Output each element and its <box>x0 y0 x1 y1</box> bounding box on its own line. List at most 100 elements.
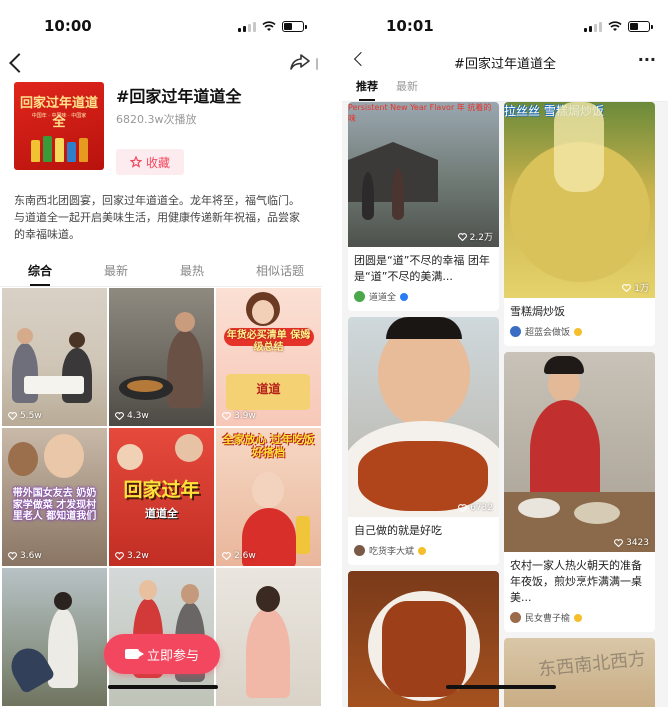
tile-overlay-text: 年货必买清单 保姆级总结 <box>226 330 311 353</box>
tile-overlay-text: 回家过年 <box>123 479 200 501</box>
play-count: 6820.3w次播放 <box>116 113 197 126</box>
card-title: 雪糕焗炒饭 <box>510 305 565 318</box>
like-count-text: 3.9w <box>234 411 256 421</box>
card-image: Persistent New Year Flavor 年 抗着的味 2.2万 <box>348 102 499 247</box>
cover-caption: 回家过年道道全 <box>19 96 98 130</box>
heart-icon <box>622 283 632 292</box>
more-icon[interactable]: ··· <box>638 50 656 69</box>
card-title: 自己做的就是好吃 <box>354 524 442 537</box>
feed-card[interactable]: 6732 自己做的就是好吃 吃货李大斌 <box>348 317 499 565</box>
tab-latest[interactable]: 最新 <box>104 262 128 286</box>
video-tile[interactable]: 4.3w <box>109 288 214 426</box>
card-author[interactable]: 吃货李大斌 <box>348 539 499 565</box>
cover-products <box>26 132 92 162</box>
signal-icon <box>238 21 256 32</box>
nav-bar: #回家过年道道全 ··· <box>342 50 668 74</box>
like-count: 6732 <box>458 503 493 513</box>
like-count: 2.6w <box>222 551 256 561</box>
feed-card[interactable]: Persistent New Year Flavor 年 抗着的味 2.2万 团… <box>348 102 499 311</box>
like-count: 1万 <box>622 281 649 294</box>
tab-hottest[interactable]: 最热 <box>180 262 204 286</box>
card-title: 团圆是“道”不尽的幸福 团年是“道”不尽的美满... <box>354 254 490 283</box>
status-time: 10:01 <box>386 17 434 35</box>
like-count-text: 4.3w <box>127 411 149 421</box>
like-count: 2.2万 <box>457 230 493 243</box>
feed-column-right: 拉丝丝 雪糕焗炒饭 1万 雪糕焗炒饭 超蓝会做饭 3423 农村一家人热火朝天的… <box>504 102 655 707</box>
tab-comprehensive[interactable]: 综合 <box>28 262 52 286</box>
like-count: 3.9w <box>222 411 256 421</box>
tile-overlay-text: 全家放心 过年吃饭好搭档 <box>222 433 315 459</box>
author-name: 吃货李大斌 <box>369 547 415 557</box>
back-icon[interactable] <box>9 53 29 73</box>
card-image: 6732 <box>348 317 499 517</box>
topic-title: #回家过年道道全 <box>116 87 242 106</box>
card-image: 拉丝丝 雪糕焗炒饭 1万 <box>504 102 655 298</box>
heart-icon <box>457 232 467 241</box>
video-tile[interactable]: 年货必买清单 保姆级总结 道道 3.9w <box>216 288 321 426</box>
wifi-icon <box>262 20 276 31</box>
verified-icon <box>574 327 583 336</box>
feed-column-left: Persistent New Year Flavor 年 抗着的味 2.2万 团… <box>348 102 499 707</box>
star-icon <box>130 156 142 168</box>
topic-description: 东南西北团圆宴，回家过年道道全。龙年将至，福气临门。与道道全一起开启美味生活，用… <box>14 194 300 241</box>
join-button[interactable]: 立即参与 <box>104 634 220 674</box>
right-screen: 10:01 #回家过年道道全 ··· 推荐 最新 Persistent New … <box>342 0 668 707</box>
home-indicator <box>108 685 218 689</box>
card-author[interactable]: 超蓝会做饭 <box>504 320 655 346</box>
heart-icon <box>8 552 17 560</box>
topic-cover: 回家过年道道全 中国年 · 中国味 · 中国家 <box>14 82 104 170</box>
avatar <box>354 291 365 302</box>
verified-icon <box>574 613 583 622</box>
card-author[interactable]: 民女曹子榆 <box>504 606 655 632</box>
card-author[interactable]: 道道全 <box>348 285 499 311</box>
tab-similar-topics[interactable]: 相似话题 <box>256 262 304 286</box>
feed-card[interactable]: 拉丝丝 雪糕焗炒饭 1万 雪糕焗炒饭 超蓝会做饭 <box>504 102 655 346</box>
page-title: #回家过年道道全 <box>454 57 556 72</box>
status-time: 10:00 <box>44 17 92 35</box>
scroll-indicator <box>316 58 318 70</box>
battery-icon <box>282 20 307 32</box>
tab-latest[interactable]: 最新 <box>396 78 418 101</box>
join-label: 立即参与 <box>146 648 199 664</box>
favorite-button[interactable]: 收藏 <box>116 149 185 175</box>
tile-overlay-extra: 道道全 <box>145 507 178 520</box>
share-icon[interactable] <box>290 54 310 70</box>
video-tile[interactable] <box>216 568 321 706</box>
camera-icon <box>124 649 144 659</box>
like-count: 3423 <box>614 538 649 548</box>
feed-card[interactable]: 3423 农村一家人热火朝天的准备年夜饭，煎炒烹炸满满一桌美... 民女曹子榆 <box>504 352 655 632</box>
verified-icon <box>418 546 427 555</box>
author-name: 道道全 <box>369 293 397 303</box>
video-tile[interactable]: 带外国女友去 奶奶家学做菜 才发现村里老人 都知道我们 3.6w <box>2 428 107 566</box>
favorite-label: 收藏 <box>146 155 171 170</box>
avatar <box>354 545 365 556</box>
like-count-text: 1万 <box>634 284 649 294</box>
wifi-icon <box>608 20 622 31</box>
video-tile[interactable]: 5.5w <box>2 288 107 426</box>
like-count-text: 6732 <box>470 503 493 513</box>
video-tile[interactable]: 回家过年 道道全 3.2w <box>109 428 214 566</box>
like-count-text: 5.5w <box>20 411 42 421</box>
video-tile[interactable]: 全家放心 过年吃饭好搭档 2.6w <box>216 428 321 566</box>
like-count-text: 2.6w <box>234 551 256 561</box>
heart-icon <box>222 552 231 560</box>
card-title: 农村一家人热火朝天的准备年夜饭，煎炒烹炸满满一桌美... <box>510 559 642 604</box>
heart-icon <box>222 412 231 420</box>
cover-subcaption: 中国年 · 中国味 · 中国家 <box>31 113 87 119</box>
tab-recommended[interactable]: 推荐 <box>356 78 378 101</box>
status-bar: 10:01 <box>342 0 668 52</box>
home-indicator <box>446 685 556 689</box>
avatar <box>510 326 521 337</box>
like-count: 3.2w <box>115 551 149 561</box>
video-tile[interactable] <box>2 568 107 706</box>
verified-icon <box>400 292 409 301</box>
signal-icon <box>584 21 602 32</box>
like-count-text: 3.2w <box>127 551 149 561</box>
tab-bar: 推荐 最新 <box>342 74 668 102</box>
card-overlay-text: Persistent New Year Flavor 年 抗着的味 <box>348 103 492 123</box>
topic-header: 回家过年道道全 中国年 · 中国味 · 中国家 #回家过年道道全 6820.3w… <box>0 80 322 186</box>
like-count-text: 3423 <box>626 538 649 548</box>
like-count-text: 2.2万 <box>469 233 493 243</box>
tile-overlay-extra: 道道 <box>256 382 281 396</box>
heart-icon <box>614 539 624 547</box>
